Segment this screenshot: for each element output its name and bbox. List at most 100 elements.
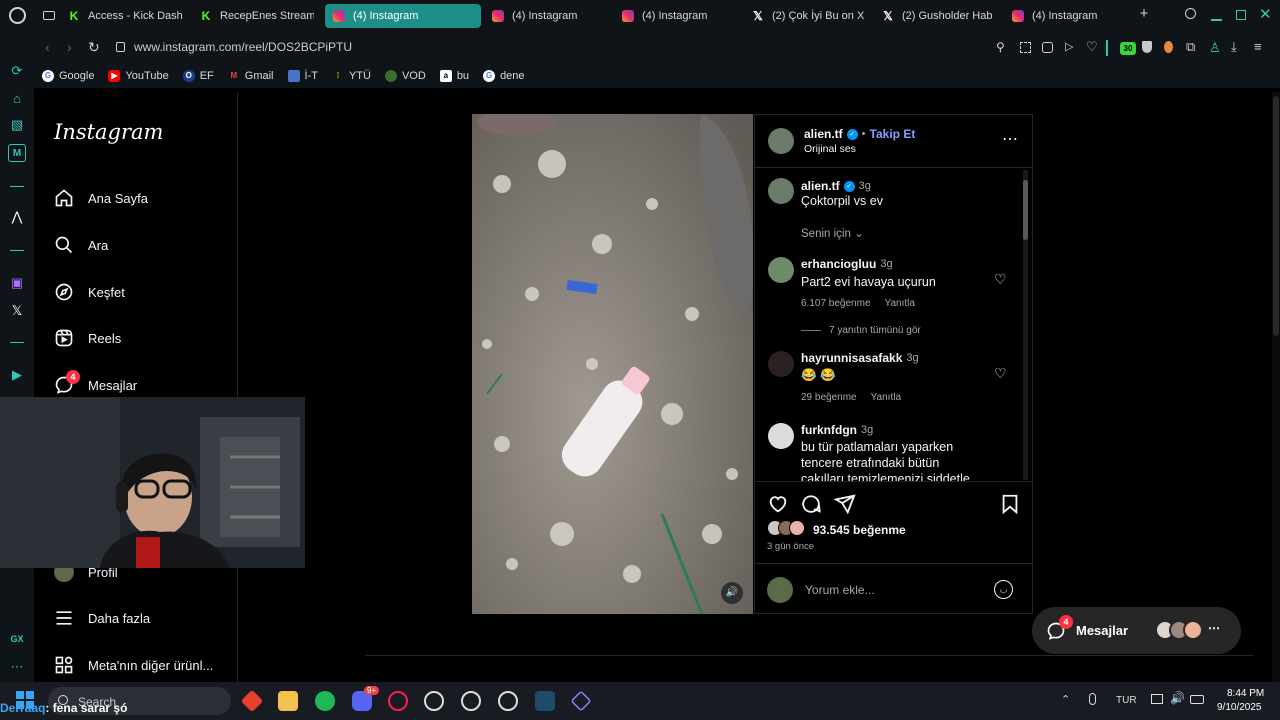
follow-button[interactable]: Takip Et [870,127,916,141]
snapshot-icon[interactable] [1020,42,1031,53]
extension-icon[interactable] [1164,41,1173,53]
download-icon[interactable]: ⤓ [1231,39,1237,55]
close-button[interactable]: ✕ [1259,5,1272,23]
player-icon[interactable]: ▶ [8,366,26,384]
forward-icon[interactable]: › [67,39,72,55]
more-icon[interactable]: ⋯ [8,658,26,676]
aria-ai-icon[interactable]: ⋀ [8,208,26,226]
aria-icon[interactable]: ⟳ [8,62,26,80]
bookmark-i-t[interactable]: İ-T [287,70,318,82]
comment-icon[interactable] [800,493,822,515]
language-indicator[interactable]: TUR [1116,695,1137,706]
commenter-avatar[interactable] [768,423,794,449]
post-date[interactable]: 3 gün önce [767,541,814,552]
comment-likes[interactable]: 6.107 beğenme [801,298,871,309]
reply-button[interactable]: Yanıtla [885,298,915,309]
audio-app-icon[interactable] [535,691,555,711]
send-icon[interactable]: ▷ [1065,40,1073,53]
tab-instagram[interactable]: (4) Instagram [1012,4,1130,28]
workspace-icon[interactable]: ⌂ [8,90,26,108]
volume-icon[interactable]: 🔊 [1170,691,1185,705]
twitch-icon[interactable]: ▣ [8,274,26,292]
shield-extension-icon[interactable] [1142,41,1152,53]
bookmark-ef[interactable]: O EF [182,70,214,82]
scrollbar[interactable] [1023,170,1028,480]
app-icon[interactable] [240,689,264,713]
nav-meta[interactable]: Meta'nın diğer ürünl... [54,655,213,675]
app-icon[interactable] [461,691,481,711]
comments-scroll[interactable]: alien.tf ✓ 3g Çoktorpil vs ev Senin için… [755,168,1032,481]
pin-icon[interactable]: ⚲ [996,40,1005,54]
tab-kick-stream[interactable]: K RecepEnes Stream [200,4,314,28]
minimize-button[interactable] [1211,19,1222,21]
comment-input[interactable]: Yorum ekle... [805,583,875,597]
comment-likes[interactable]: 29 beğenme [801,392,857,403]
bookmark-bu[interactable]: a bu [439,70,469,82]
page-scrollbar[interactable] [1272,92,1280,682]
messenger-m-icon[interactable]: M [8,144,26,162]
nav-search[interactable]: Ara [54,235,108,255]
save-icon[interactable] [999,493,1021,515]
steam-icon[interactable] [498,691,518,711]
url-field[interactable]: www.instagram.com/reel/DOS2BCPiPTU [134,40,352,54]
tray-expand-icon[interactable]: ⌃ [1061,693,1070,706]
bookmark-vod[interactable]: VOD [384,70,426,82]
bookmark-heart-icon[interactable]: ♡ [1086,39,1098,55]
like-count[interactable]: 93.545 beğenme [813,523,906,537]
author-avatar[interactable] [768,128,794,154]
opera-logo-icon[interactable] [9,7,26,24]
clock-date[interactable]: 9/10/2025 [1217,702,1262,713]
mute-button[interactable]: 🔊 [721,582,743,604]
adblock-icon[interactable] [1042,42,1053,53]
x-icon[interactable]: 𝕏 [8,302,26,320]
app-icon[interactable] [424,691,444,711]
bookmark-gmail[interactable]: M Gmail [228,70,273,82]
nav-more[interactable]: Daha fazla [54,608,150,628]
view-replies[interactable]: 7 yanıtın tümünü gör [801,325,921,336]
page-scrollbar-thumb[interactable] [1273,96,1279,336]
reel-video[interactable]: 🔊 [472,114,753,614]
instagram-logo[interactable]: Instagram [54,120,163,144]
tab-instagram-active[interactable]: (4) Instagram [325,4,481,28]
spotify-icon[interactable] [315,691,335,711]
author-username[interactable]: alien.tf [804,127,843,141]
app-icon[interactable] [570,690,592,712]
audio-label[interactable]: Orijinal ses [804,143,856,155]
tab-instagram[interactable]: (4) Instagram [622,4,740,28]
bookmark-dene[interactable]: Gdene [483,70,525,82]
bookmark-youtube[interactable]: ▶ YouTube [108,70,169,82]
microphone-icon[interactable] [1089,693,1096,705]
restore-button[interactable] [1236,10,1246,20]
messages-pill[interactable]: 4 Mesajlar ⋯ [1032,607,1241,654]
battery-icon[interactable] [1190,695,1204,704]
nav-reels[interactable]: Reels [54,328,121,348]
commenter-avatar[interactable] [768,257,794,283]
like-comment-icon[interactable]: ♡ [994,365,1007,382]
nav-home[interactable]: Ana Sayfa [54,188,148,208]
nav-explore[interactable]: Keşfet [54,282,125,302]
tab-x-post[interactable]: 𝕏 (2) Çok İyi Bu on X [752,4,870,28]
like-icon[interactable] [767,493,789,515]
comment-username[interactable]: furknfdgn [801,423,857,437]
crypto-wallet-icon[interactable]: ▧ [8,116,26,134]
more-options-icon[interactable]: ⋯ [1002,129,1019,149]
share-icon[interactable] [834,493,856,515]
reload-icon[interactable]: ↻ [88,39,100,56]
menu-icon[interactable]: ≡ [1254,39,1262,54]
opera-gx-icon[interactable] [388,691,408,711]
search-tabs-icon[interactable] [1185,8,1196,19]
scrollbar-thumb[interactable] [1023,180,1028,240]
new-tab-button[interactable]: + [1137,6,1151,21]
tab-x-post[interactable]: 𝕏 (2) Gusholder Hab [882,4,1000,28]
profile-icon[interactable]: ♙ [1209,40,1221,56]
sort-dropdown[interactable]: Senin için ⌄ [801,226,864,240]
clock-time[interactable]: 8:44 PM [1227,688,1264,699]
extension-badge-icon[interactable]: 30 [1120,42,1136,55]
tab-overview-icon[interactable] [43,11,55,20]
file-explorer-icon[interactable] [278,691,298,711]
network-icon[interactable] [1151,694,1163,704]
commenter-avatar[interactable] [768,351,794,377]
author-avatar[interactable] [768,178,794,204]
tab-instagram[interactable]: (4) Instagram [492,4,610,28]
tab-kick-dashboard[interactable]: K Access - Kick Dash [68,4,188,28]
